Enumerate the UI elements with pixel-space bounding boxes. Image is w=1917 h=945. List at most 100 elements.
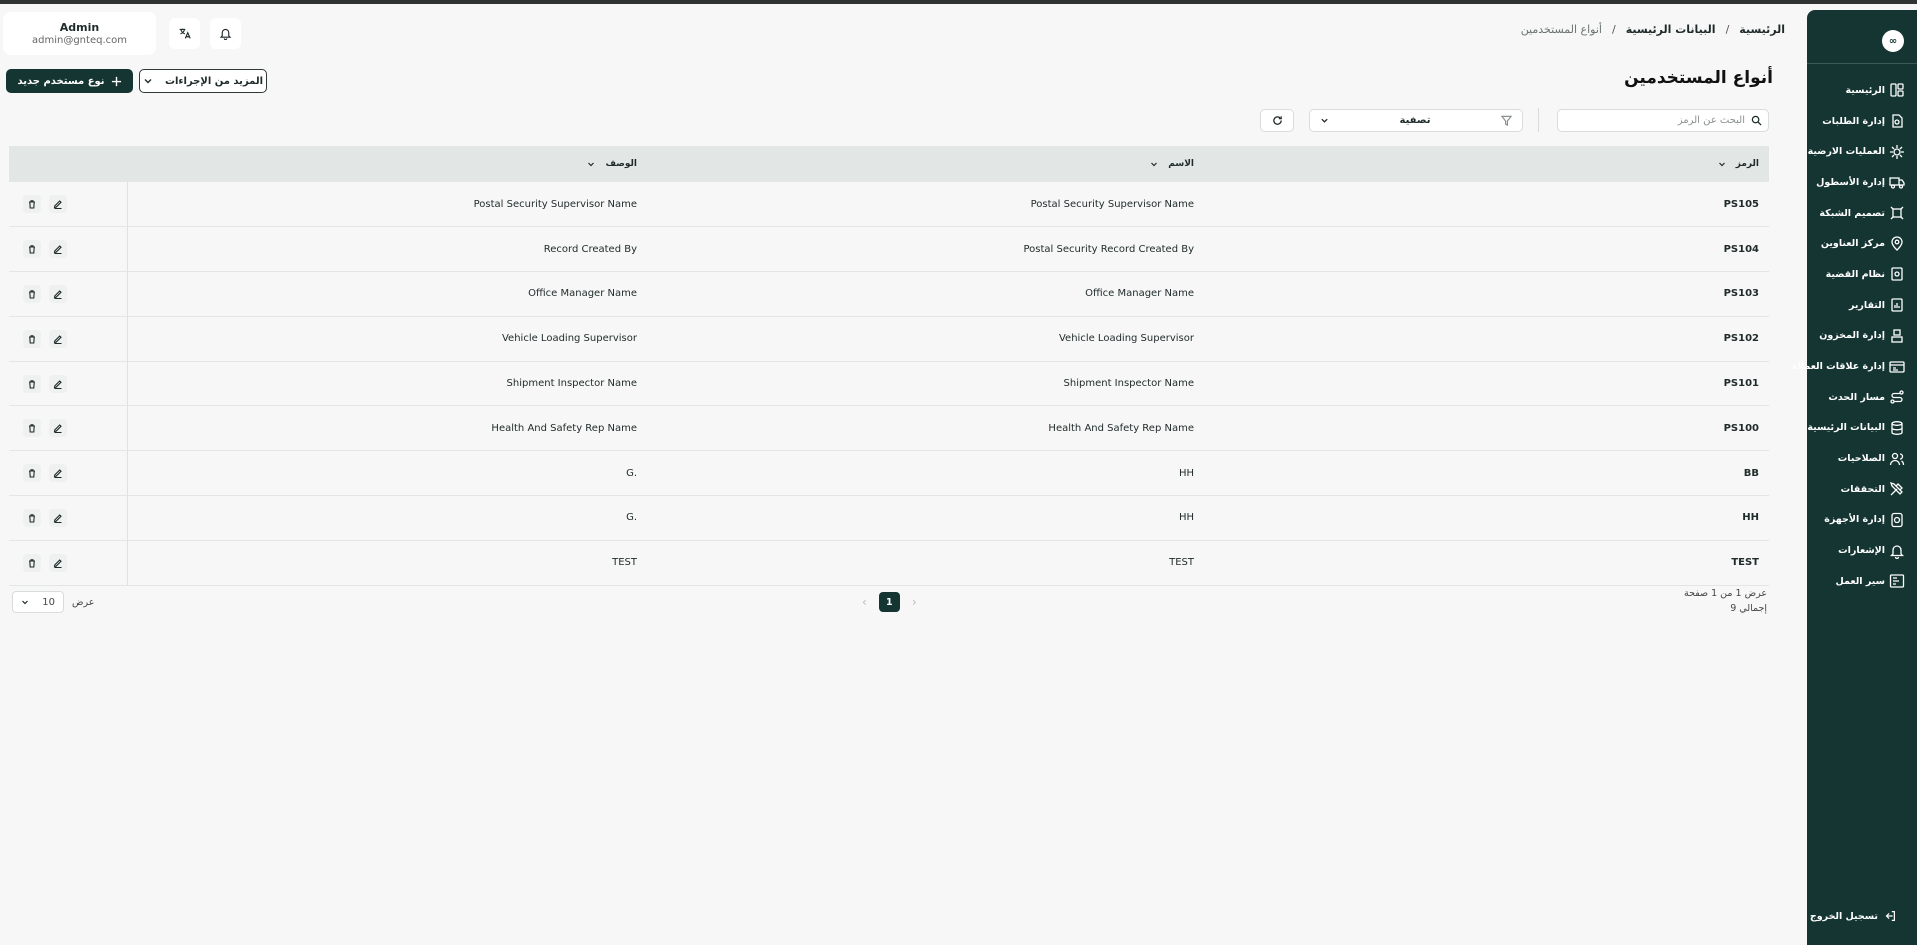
cell-description: .G <box>626 467 637 479</box>
sidebar-item-label: الصلاحيات <box>1837 453 1885 465</box>
table-row[interactable]: PS104 Postal Security Record Created By … <box>9 226 1769 272</box>
cell-actions <box>9 271 128 317</box>
column-label: الوصف <box>605 159 637 169</box>
sort-chevron-icon <box>1150 160 1158 168</box>
page-size-label: عرض <box>72 596 95 608</box>
edit-button[interactable] <box>49 284 67 303</box>
sidebar-item-label: الرئيسية <box>1845 84 1885 96</box>
user-name: Admin <box>59 21 100 34</box>
user-types-table: الرمز الاسم الوصف PS105 Postal Security … <box>9 146 1769 586</box>
logout-button[interactable]: تسجيل الخروج <box>1807 909 1917 923</box>
search-box <box>1557 109 1769 132</box>
sidebar-item-verifications[interactable]: التحققات <box>1807 474 1917 505</box>
column-header-name[interactable]: الاسم <box>647 146 1204 182</box>
pagination-controls: ‹ 1 › <box>862 592 917 612</box>
breadcrumb-master-data[interactable]: البيانات الرئيسية <box>1626 23 1716 36</box>
delete-button[interactable] <box>23 464 41 483</box>
table-row[interactable]: PS100 Health And Safety Rep Name Health … <box>9 405 1769 451</box>
sidebar-item-devices[interactable]: إدارة الأجهزة <box>1807 505 1917 536</box>
trash-icon <box>27 289 37 299</box>
delete-button[interactable] <box>23 284 41 303</box>
logout-label: تسجيل الخروج <box>1809 910 1878 922</box>
cell-description: Health And Safety Rep Name <box>491 422 637 434</box>
page-number-button[interactable]: 1 <box>878 592 900 612</box>
sidebar-item-label: سير العمل <box>1835 575 1885 587</box>
sidebar-item-fleet[interactable]: إدارة الأسطول <box>1807 167 1917 198</box>
page-count-text: عرض 1 من 1 صفحة <box>1683 588 1767 599</box>
sidebar-item-orders[interactable]: إدارة الطلبات <box>1807 106 1917 137</box>
cell-name: Office Manager Name <box>1085 288 1194 300</box>
table-row[interactable]: HH HH .G <box>9 495 1769 541</box>
sidebar-item-label: نظام القضية <box>1825 268 1885 280</box>
chevron-down-icon <box>21 598 29 606</box>
trash-icon <box>27 468 37 478</box>
app-logo[interactable]: ∞ <box>1882 30 1904 52</box>
cell-name: HH <box>1178 512 1194 524</box>
sidebar-item-addresses[interactable]: مركز العناوين <box>1807 228 1917 259</box>
notifications-button[interactable] <box>210 18 241 49</box>
workflow-icon <box>1889 573 1905 589</box>
edit-button[interactable] <box>49 419 67 438</box>
edit-button[interactable] <box>49 553 67 572</box>
pencil-icon <box>53 513 63 523</box>
sidebar-item-case-system[interactable]: نظام القضية <box>1807 259 1917 290</box>
column-header-description[interactable]: الوصف <box>127 146 647 182</box>
delete-button[interactable] <box>23 240 41 259</box>
sidebar-item-notifications[interactable]: الإشعارات <box>1807 535 1917 566</box>
sidebar-item-inventory[interactable]: إدارة المخزون <box>1807 321 1917 352</box>
table-row[interactable]: TEST TEST TEST <box>9 540 1769 586</box>
pencil-icon <box>53 423 63 434</box>
cell-actions <box>9 495 128 541</box>
edit-button[interactable] <box>49 508 67 527</box>
table-row[interactable]: PS105 Postal Security Supervisor Name Po… <box>9 182 1769 227</box>
refresh-button[interactable] <box>1260 109 1294 132</box>
sidebar-item-workflow[interactable]: سير العمل <box>1807 566 1917 597</box>
table-row[interactable]: PS101 Shipment Inspector Name Shipment I… <box>9 361 1769 406</box>
language-button[interactable] <box>169 18 200 49</box>
delete-button[interactable] <box>23 508 41 527</box>
more-actions-button[interactable]: المزيد من الإجراءات <box>139 69 267 93</box>
sidebar-item-ground-ops[interactable]: العمليات الارضية <box>1807 136 1917 167</box>
breadcrumb-home[interactable]: الرئيسية <box>1739 23 1785 36</box>
delete-button[interactable] <box>23 419 41 438</box>
sidebar-item-permissions[interactable]: الصلاحيات <box>1807 443 1917 474</box>
delete-button[interactable] <box>23 195 41 214</box>
delete-button[interactable] <box>23 329 41 348</box>
delete-button[interactable] <box>23 374 41 393</box>
edit-button[interactable] <box>49 464 67 483</box>
orders-icon <box>1889 113 1905 129</box>
table-row[interactable]: PS103 Office Manager Name Office Manager… <box>9 271 1769 317</box>
edit-button[interactable] <box>49 195 67 214</box>
column-header-code[interactable]: الرمز <box>1204 146 1769 182</box>
sidebar-item-reports[interactable]: التقارير <box>1807 290 1917 321</box>
cell-actions <box>9 450 128 496</box>
sidebar-item-home[interactable]: الرئيسية <box>1807 75 1917 106</box>
cell-code: PS100 <box>1723 422 1759 434</box>
edit-button[interactable] <box>49 329 67 348</box>
prev-page-button[interactable]: ‹ <box>862 595 867 609</box>
sidebar-divider <box>1807 63 1917 64</box>
page-size-select[interactable]: 10 <box>12 591 64 613</box>
new-user-type-button[interactable]: نوع مستخدم جديد <box>6 69 133 93</box>
sidebar-item-event-route[interactable]: مسار الحدث <box>1807 382 1917 413</box>
search-input[interactable] <box>1564 115 1745 126</box>
cell-actions <box>9 405 128 451</box>
cell-description: Vehicle Loading Supervisor <box>501 333 637 345</box>
table-row[interactable]: BB HH .G <box>9 450 1769 496</box>
ground-ops-icon <box>1889 144 1905 160</box>
sidebar-item-network[interactable]: تصميم الشبكة <box>1807 198 1917 229</box>
sidebar-item-crm[interactable]: إدارة علاقات العملاء <box>1792 351 1917 382</box>
new-user-type-label: نوع مستخدم جديد <box>17 75 105 87</box>
cell-code: HH <box>1742 512 1759 524</box>
table-row[interactable]: PS102 Vehicle Loading Supervisor Vehicle… <box>9 316 1769 362</box>
edit-button[interactable] <box>49 240 67 259</box>
cell-description: Office Manager Name <box>528 288 637 300</box>
edit-button[interactable] <box>49 374 67 393</box>
delete-button[interactable] <box>23 553 41 572</box>
user-profile-card[interactable]: Admin admin@gnteq.com <box>3 12 156 55</box>
next-page-button[interactable]: › <box>912 595 917 609</box>
filter-select[interactable]: تصفية <box>1309 109 1523 132</box>
trash-icon <box>27 379 37 389</box>
sidebar-item-master-data[interactable]: البيانات الرئيسية <box>1807 413 1917 444</box>
sidebar-item-label: التقارير <box>1848 299 1885 311</box>
